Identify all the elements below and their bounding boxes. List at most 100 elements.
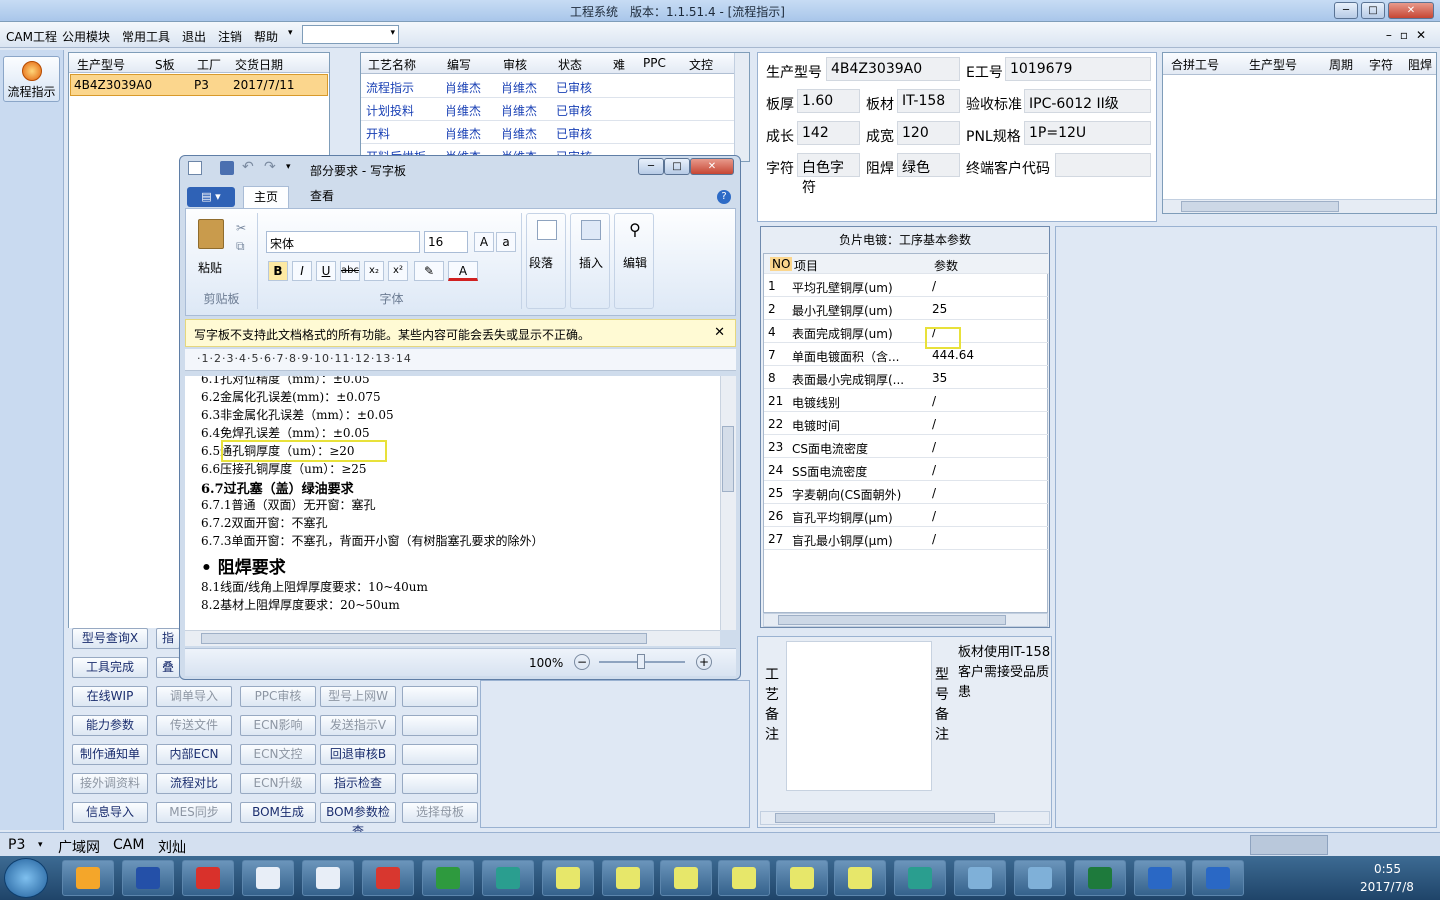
menu-help[interactable]: 帮助	[254, 28, 278, 45]
empty-button[interactable]	[402, 744, 478, 765]
insert-group[interactable]: 插入	[570, 213, 610, 309]
table-row[interactable]: 1 平均孔壁铜厚(um) /	[764, 274, 1049, 297]
taskbar-app[interactable]	[1014, 860, 1066, 896]
taskbar-app[interactable]	[1192, 860, 1244, 896]
cut-icon[interactable]: ✂	[236, 221, 246, 235]
table-row[interactable]: 23 CS面电流密度 /	[764, 435, 1049, 458]
doc-vscroll[interactable]	[720, 376, 736, 630]
menu-tools[interactable]: 常用工具	[122, 28, 170, 45]
params-hscroll[interactable]	[763, 613, 1048, 627]
taskbar-app[interactable]	[834, 860, 886, 896]
button-partial[interactable]: 指	[156, 628, 180, 649]
close-icon[interactable]: ✕	[714, 325, 725, 340]
menu-cam[interactable]: CAM工程	[6, 28, 57, 45]
capability-button[interactable]: 能力参数	[72, 715, 148, 736]
highlight-icon[interactable]: ✎	[414, 261, 444, 281]
wp-close-button[interactable]: ✕	[690, 158, 734, 175]
doc-hscroll[interactable]	[185, 630, 720, 646]
font-size-select[interactable]: 16	[424, 231, 468, 253]
table-row[interactable]: 25 字麦朝向(CS面朝外) /	[764, 481, 1049, 504]
col-param[interactable]: 参数	[934, 257, 958, 274]
table-row[interactable]: 8 表面最小完成铜厚(... 35	[764, 366, 1049, 389]
tool-complete-button[interactable]: 工具完成	[72, 657, 148, 678]
document-area[interactable]: 6.1孔对位精度（mm）：±0.05 6.2金属化孔误差(mm)：±0.075 …	[185, 376, 720, 630]
taskbar-app[interactable]	[776, 860, 828, 896]
edit-group[interactable]: ⚲ 编辑	[614, 213, 654, 309]
shrink-font-icon[interactable]: a	[496, 232, 516, 252]
language-bar[interactable]	[1250, 835, 1328, 855]
taskbar-app[interactable]	[122, 860, 174, 896]
table-row[interactable]: 22 电镀时间 /	[764, 412, 1049, 435]
col-status[interactable]: 状态	[558, 56, 582, 73]
instruction-check-button[interactable]: 指示检查	[320, 773, 396, 794]
paste-label[interactable]: 粘贴	[198, 259, 222, 276]
col-delivery[interactable]: 交货日期	[235, 56, 283, 73]
table-row[interactable]: 计划投料 肖维杰 肖维杰 已审核	[361, 98, 734, 121]
params-grid[interactable]: NO 项目 参数 1 平均孔壁铜厚(um) / 2 最小孔壁铜厚(um) 25 4 表面完…	[763, 253, 1049, 652]
thick-field[interactable]: 1.60	[797, 89, 860, 113]
pnl-field[interactable]: 1P=12U	[1024, 121, 1151, 145]
send-instruction-button[interactable]: 发送指示V	[320, 715, 396, 736]
col-merge-no[interactable]: 合拼工号	[1171, 56, 1219, 73]
import-order-button[interactable]: 调单导入	[156, 686, 232, 707]
tab-view[interactable]: 查看	[299, 186, 345, 208]
strikethrough-icon[interactable]: abc	[340, 261, 360, 281]
table-row[interactable]: 27 盲孔最小铜厚(μm) /	[764, 527, 1049, 550]
col-proc-name[interactable]: 工艺名称	[368, 56, 416, 73]
app-menu-button[interactable]: ▤ ▾	[187, 187, 235, 207]
subscript-icon[interactable]: x₂	[364, 261, 384, 281]
table-row[interactable]: 21 电镀线别 /	[764, 389, 1049, 412]
taskbar-app[interactable]	[602, 860, 654, 896]
paste-icon[interactable]	[198, 219, 224, 249]
font-name-select[interactable]: 宋体	[266, 231, 420, 253]
char-field[interactable]: 白色字符	[797, 153, 860, 196]
ecn-upgrade-button[interactable]: ECN升级	[240, 773, 316, 794]
empty-button[interactable]	[402, 715, 478, 736]
grow-font-icon[interactable]: A	[474, 232, 494, 252]
col-doc[interactable]: 文控	[689, 56, 713, 73]
internal-ecn-button[interactable]: 内部ECN	[156, 744, 232, 765]
model-online-button[interactable]: 型号上网W	[320, 686, 396, 707]
ppc-review-button[interactable]: PPC审核	[240, 686, 316, 707]
mes-sync-button[interactable]: MES同步	[156, 802, 232, 823]
col-ppc[interactable]: PPC	[643, 56, 666, 70]
col-factory[interactable]: 工厂	[197, 56, 221, 73]
close-button[interactable]: ✕	[1388, 2, 1434, 19]
eno-field[interactable]: 1019679	[1005, 57, 1151, 81]
process-scrollbar[interactable]	[734, 53, 749, 161]
col-sboard[interactable]: S板	[155, 56, 175, 73]
wp-minimize-button[interactable]: ─	[638, 158, 664, 175]
material-field[interactable]: IT-158	[897, 89, 960, 113]
info-import-button[interactable]: 信息导入	[72, 802, 148, 823]
send-file-button[interactable]: 传送文件	[156, 715, 232, 736]
model-notes-box[interactable]: 板材使用IT-158 客户需接受品质 患	[956, 641, 1051, 791]
zoom-slider-thumb[interactable]	[637, 654, 645, 669]
menu-logout[interactable]: 注销	[218, 28, 242, 45]
table-row[interactable]: 开料 肖维杰 肖维杰 已审核	[361, 121, 734, 144]
copy-icon[interactable]: ⧉	[236, 239, 245, 254]
chevron-down-icon[interactable]: ▾	[286, 162, 291, 172]
taskbar-app[interactable]	[482, 860, 534, 896]
bom-generate-button[interactable]: BOM生成	[240, 802, 316, 823]
ecn-impact-button[interactable]: ECN影响	[240, 715, 316, 736]
undo-icon[interactable]: ↶	[242, 159, 254, 175]
start-icon[interactable]	[4, 858, 48, 898]
table-row[interactable]: 26 盲孔平均铜厚(μm) /	[764, 504, 1049, 527]
select-master-button[interactable]: 选择母板	[402, 802, 478, 823]
table-row[interactable]: 2 最小孔壁铜厚(um) 25	[764, 297, 1049, 320]
empty-button[interactable]	[402, 773, 478, 794]
table-row[interactable]: 流程指示 肖维杰 肖维杰 已审核	[361, 75, 734, 98]
superscript-icon[interactable]: x²	[388, 261, 408, 281]
col-reviewer[interactable]: 审核	[503, 56, 527, 73]
flow-button[interactable]: 流程指示	[3, 56, 60, 102]
col-merge-cycle[interactable]: 周期	[1329, 56, 1353, 73]
underline-icon[interactable]: U	[316, 261, 336, 281]
paragraph-group[interactable]: 段落	[526, 213, 566, 309]
taskbar-app[interactable]	[1134, 860, 1186, 896]
col-merge-mask[interactable]: 阻焊	[1408, 56, 1432, 73]
merge-hscroll[interactable]	[1163, 199, 1436, 213]
empty-button[interactable]	[402, 686, 478, 707]
mask-field[interactable]: 绿色	[897, 153, 960, 177]
taskbar-app[interactable]	[1074, 860, 1126, 896]
wid-field[interactable]: 120	[897, 121, 960, 145]
